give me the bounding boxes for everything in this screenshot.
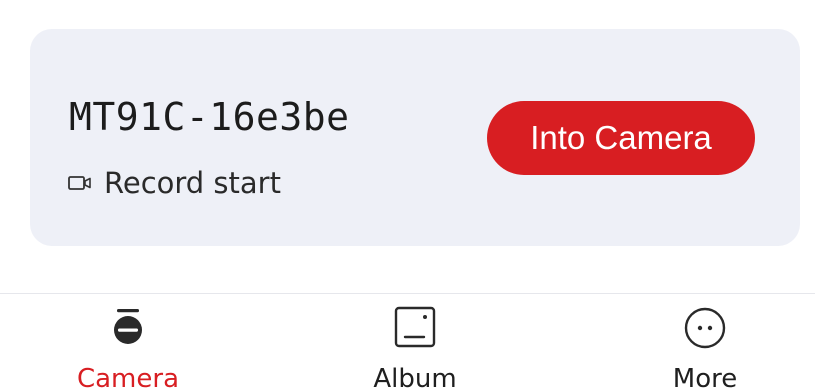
bottom-nav: Camera Album More bbox=[0, 294, 815, 391]
into-camera-button[interactable]: Into Camera bbox=[487, 101, 755, 175]
album-icon bbox=[389, 302, 441, 354]
device-card[interactable]: MT91C-16e3be Record start Into Camera bbox=[30, 29, 800, 246]
nav-item-more[interactable]: More bbox=[625, 294, 785, 391]
dashcam-icon bbox=[102, 302, 154, 354]
nav-label-more: More bbox=[672, 364, 738, 391]
device-name: MT91C-16e3be bbox=[69, 95, 350, 139]
nav-item-camera[interactable]: Camera bbox=[48, 294, 208, 391]
nav-item-album[interactable]: Album bbox=[335, 294, 495, 391]
app-screen: MT91C-16e3be Record start Into Camera Ca… bbox=[0, 0, 815, 391]
nav-label-camera: Camera bbox=[76, 364, 180, 391]
video-camera-icon bbox=[68, 175, 92, 191]
record-status: Record start bbox=[68, 166, 281, 200]
record-status-label: Record start bbox=[104, 166, 281, 200]
more-icon bbox=[679, 302, 731, 354]
nav-label-album: Album bbox=[373, 364, 457, 391]
